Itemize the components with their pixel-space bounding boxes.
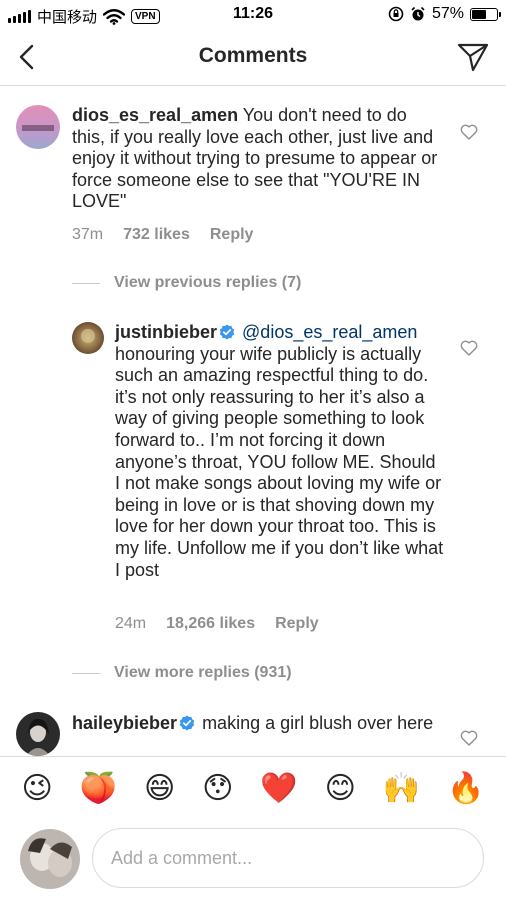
peach-emoji[interactable]: 🍑 [80,771,117,807]
avatar[interactable] [72,322,104,354]
comment-username[interactable]: dios_es_real_amen [72,105,238,125]
grinning-face-emoji[interactable]: 😄 [144,771,175,807]
comment-meta: 37m 732 likes Reply [72,226,253,244]
avatar[interactable] [16,712,60,756]
divider [72,672,100,674]
comment-likes[interactable]: 732 likes [123,226,190,244]
view-more-replies[interactable]: View more replies (931) [72,664,292,682]
status-bar: 中国移动 VPN 11:26 57% [0,0,506,30]
status-right: 57% [388,5,501,23]
avatar [20,829,80,889]
raising-hands-emoji[interactable]: 🙌 [383,771,420,807]
comment-body: dios_es_real_amen You don't need to do t… [72,105,444,213]
comment-input-placeholder: Add a comment... [111,847,253,868]
divider [72,282,100,284]
winking-face-emoji[interactable]: 😉 [21,771,52,807]
reply-button[interactable]: Reply [275,615,319,633]
heart-icon[interactable] [460,124,478,140]
alarm-icon [411,6,425,21]
reply-likes[interactable]: 18,266 likes [166,615,255,633]
comment-body: haileybieber making a girl blush over he… [72,713,444,735]
header: Comments [0,30,506,86]
verified-badge-icon [179,715,195,731]
page-title: Comments [198,44,308,67]
reply-time: 24m [115,615,147,632]
reply-body: justinbieber @dios_es_real_amen honourin… [115,322,445,581]
reply-mention[interactable]: @dios_es_real_amen [242,322,417,342]
smiling-face-emoji[interactable]: 😊 [325,771,356,807]
reply-button[interactable]: Reply [210,226,254,244]
reply-meta: 24m 18,266 likes Reply [115,615,319,633]
fire-emoji[interactable]: 🔥 [447,771,484,807]
paper-plane-icon[interactable] [456,40,490,74]
emoji-bar: 😉 🍑 😄 😯 ❤️ 😊 🙌 🔥 [0,756,506,820]
comment-input[interactable]: Add a comment... [92,828,484,888]
battery-icon [470,7,501,21]
view-more-label: View more replies (931) [114,664,292,681]
comment-composer: Add a comment... [0,820,506,900]
verified-badge-icon [219,324,235,340]
view-previous-replies[interactable]: View previous replies (7) [72,274,301,292]
hushed-face-emoji[interactable]: 😯 [202,771,233,807]
comment-username[interactable]: haileybieber [72,713,177,733]
view-previous-label: View previous replies (7) [114,274,302,291]
reply-username[interactable]: justinbieber [115,322,217,342]
red-heart-emoji[interactable]: ❤️ [260,771,297,807]
heart-icon[interactable] [460,730,478,746]
heart-icon[interactable] [460,340,478,356]
battery-percent: 57% [431,5,464,22]
rotation-lock-icon [388,6,404,22]
reply-text: honouring your wife publicly is actually… [115,343,444,580]
comment-text: making a girl blush over here [202,713,434,733]
avatar[interactable] [16,105,60,149]
comment-time: 37m [72,226,104,243]
